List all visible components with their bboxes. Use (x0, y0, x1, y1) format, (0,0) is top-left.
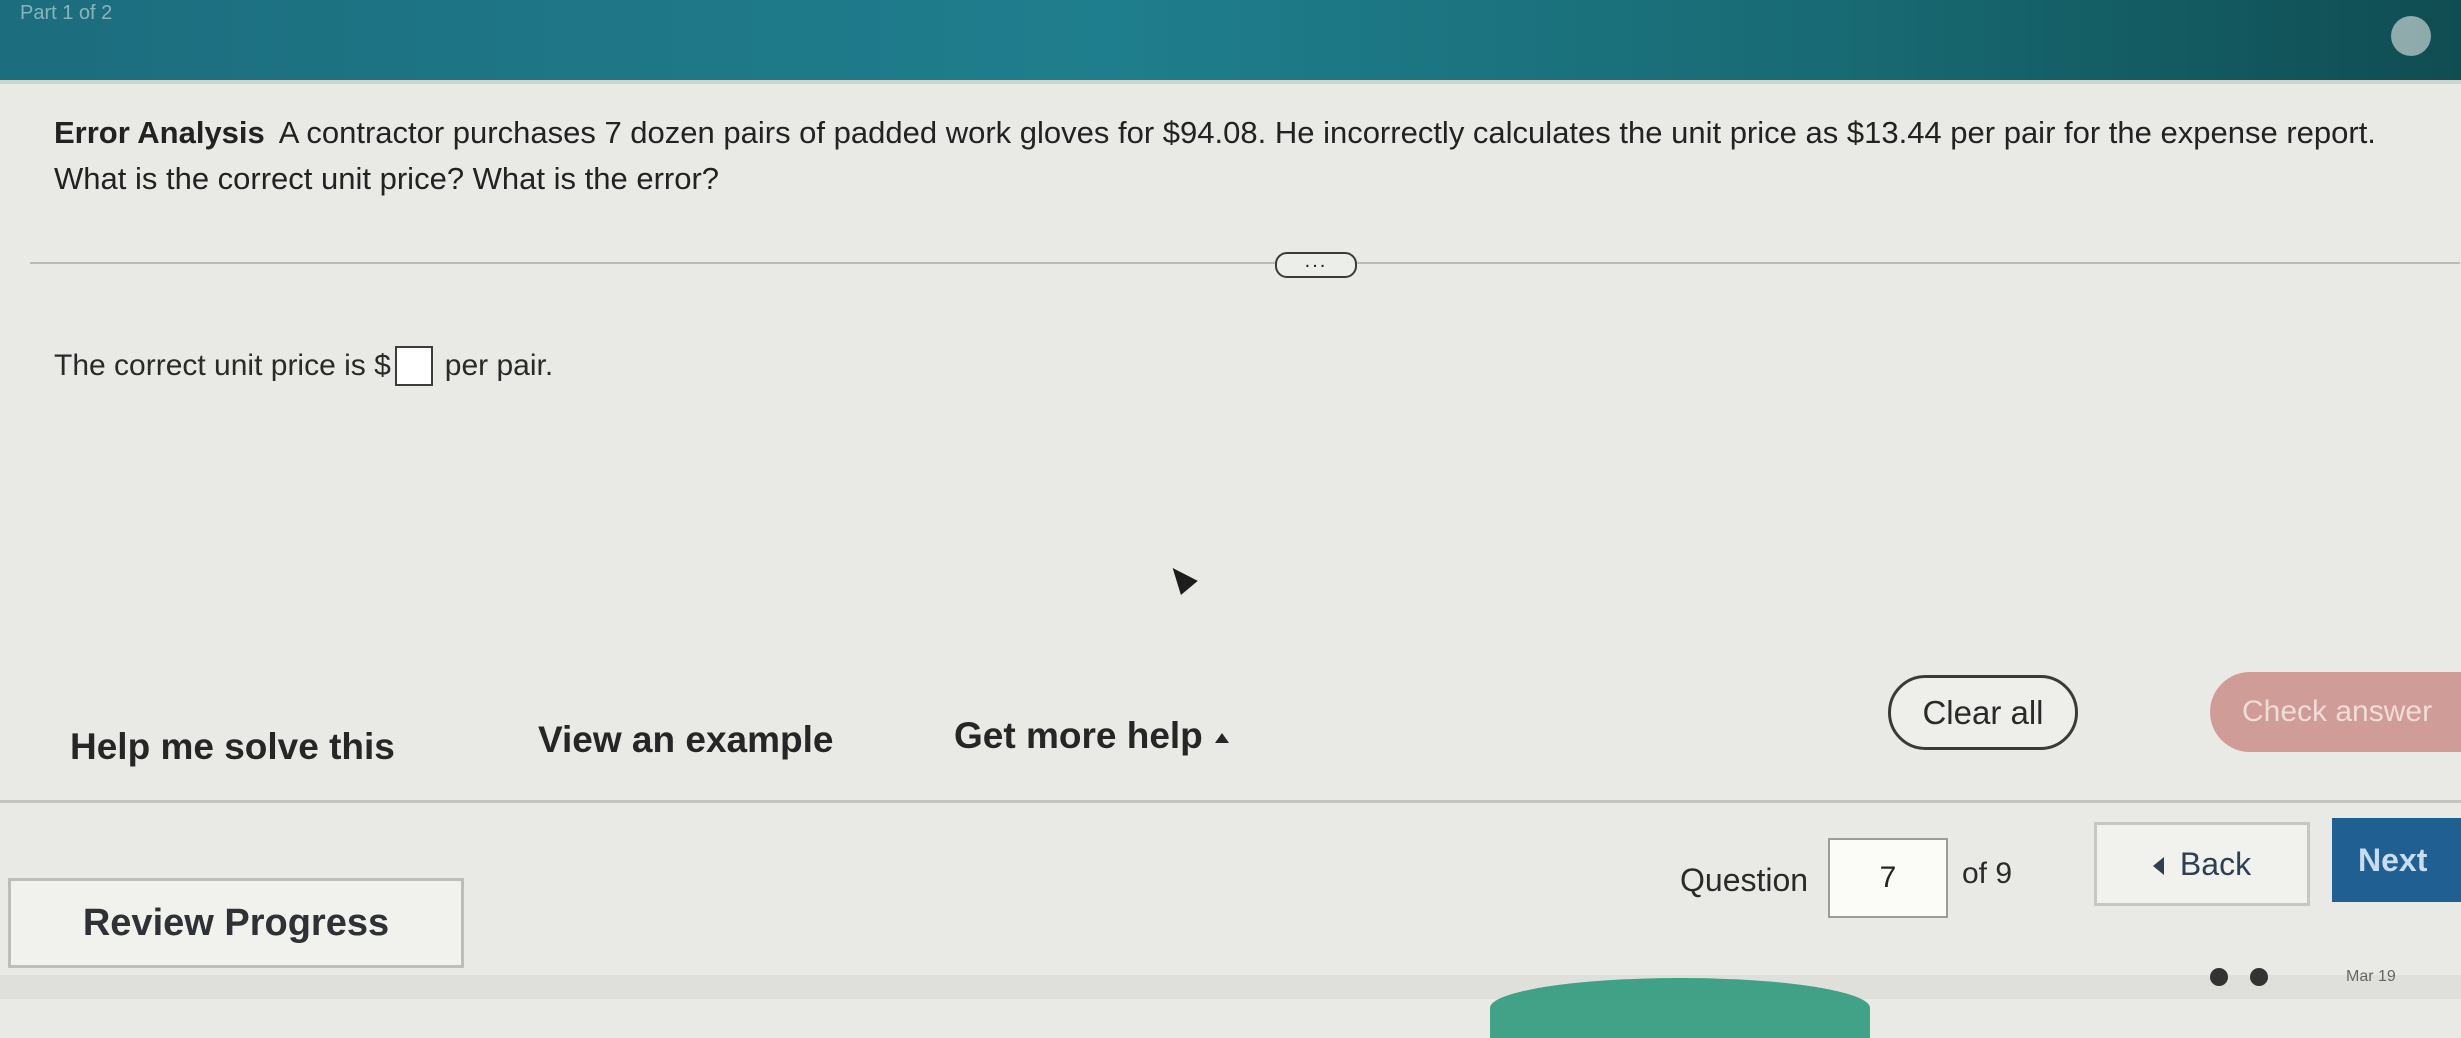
question-total: of 9 (1962, 857, 2013, 890)
back-button[interactable]: Back (2094, 822, 2310, 906)
check-answer-button[interactable]: Check answer (2210, 672, 2461, 752)
status-icon[interactable] (2250, 968, 2268, 986)
question-number-input[interactable] (1828, 838, 1948, 918)
top-bar: Part 1 of 2 (0, 0, 2461, 80)
back-arrow-icon (2152, 857, 2164, 876)
more-options-pill[interactable]: ... (1275, 251, 1357, 278)
unit-price-input[interactable] (394, 346, 433, 386)
part-label: Part 1 of 2 (20, 2, 113, 24)
review-progress-button[interactable]: Review Progress (8, 878, 464, 968)
footer-divider (0, 800, 2461, 803)
top-divider (0, 80, 2461, 84)
next-button[interactable]: Next (2332, 818, 2461, 902)
back-label: Back (2179, 845, 2252, 882)
taskbar-app-icon[interactable] (1490, 978, 1870, 1038)
answer-prefix: The correct unit price is $ (54, 349, 391, 382)
mouse-cursor-icon (1164, 560, 1198, 596)
answer-row: The correct unit price is $ per pair. (54, 346, 553, 386)
question-text: Error Analysis A contractor purchases 7 d… (54, 110, 2454, 202)
clear-all-button[interactable]: Clear all (1888, 675, 2078, 750)
get-more-help-button[interactable]: Get more help (948, 714, 1235, 758)
answer-suffix: per pair. (444, 349, 554, 382)
section-divider (30, 262, 2460, 264)
view-example-button[interactable]: View an example (532, 718, 839, 762)
taskbar-date: Mar 19 (2346, 968, 2396, 985)
question-label: Question (1680, 862, 1809, 898)
help-me-solve-button[interactable]: Help me solve this (64, 725, 401, 769)
question-tag: Error Analysis (54, 115, 265, 150)
caret-up-icon (1214, 733, 1229, 744)
get-more-help-label: Get more help (954, 715, 1203, 756)
question-body: A contractor purchases 7 dozen pairs of … (54, 115, 2376, 196)
network-icon[interactable] (2210, 968, 2228, 986)
account-icon[interactable] (2391, 16, 2431, 56)
taskbar (0, 975, 2461, 999)
